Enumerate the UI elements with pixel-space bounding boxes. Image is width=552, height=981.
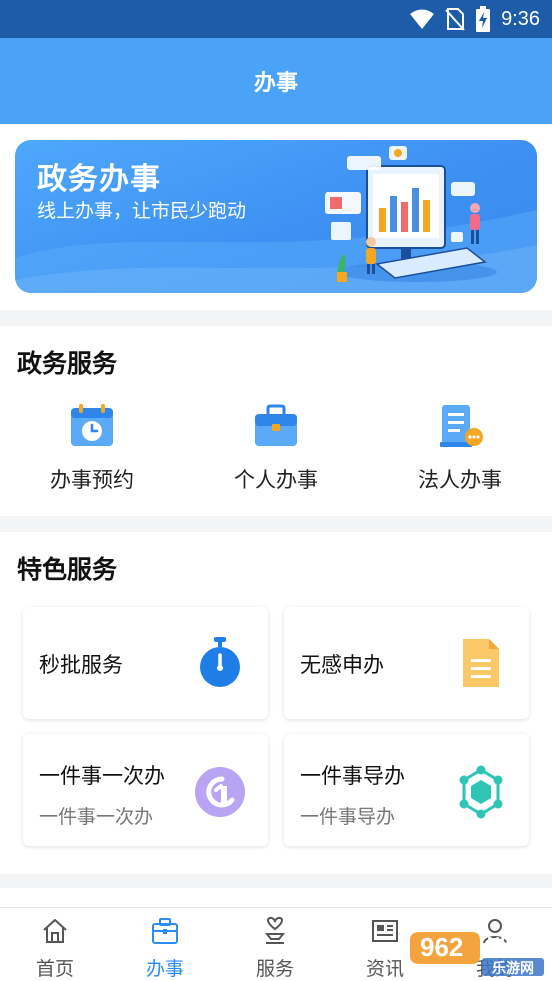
svc-card-one-time[interactable]: 一件事一次办 一件事一次办 — [23, 734, 268, 846]
status-time: 9:36 — [501, 7, 540, 30]
svc-card-title: 一件事导办 — [300, 764, 405, 788]
one-time-icon — [195, 767, 245, 817]
calendar-clock-icon — [71, 404, 113, 446]
gov-item-label: 办事预约 — [50, 468, 134, 492]
service-icon — [264, 916, 286, 944]
building-doc-icon — [440, 405, 483, 447]
banner-subtitle: 线上办事，让市民少跑动 — [37, 200, 247, 222]
svc-card-title: 秒批服务 — [39, 653, 123, 677]
watermark-site: 乐游网 — [492, 960, 534, 976]
office-illustration-icon — [325, 146, 497, 282]
svc-card-guided[interactable]: 一件事导办 一件事导办 — [284, 734, 529, 846]
svc-card-subtitle: 一件事一次办 — [39, 806, 154, 828]
stopwatch-icon — [200, 637, 240, 687]
gov-item-appointment[interactable]: 办事预约 — [0, 402, 184, 494]
app-header: 办事 — [0, 38, 552, 124]
briefcase-icon — [152, 918, 178, 944]
watermark-brand: 962 — [420, 932, 464, 962]
svc-card-title: 无感申办 — [300, 653, 384, 677]
wifi-icon — [410, 9, 435, 29]
svc-card-seamless-apply[interactable]: 无感申办 — [284, 607, 529, 719]
watermark-suffix: .NET — [482, 934, 524, 954]
gov-item-label: 个人办事 — [234, 468, 318, 492]
tab-label: 服务 — [255, 958, 294, 980]
tab-home[interactable]: 首页 — [0, 908, 110, 981]
battery-charging-icon — [476, 6, 491, 32]
no-sim-icon — [445, 8, 465, 31]
tab-label: 首页 — [35, 958, 74, 980]
content-footer-space — [0, 888, 552, 908]
newspaper-icon — [372, 920, 398, 942]
tab-service[interactable]: 服务 — [220, 908, 330, 981]
briefcase-icon — [255, 404, 297, 446]
watermark-logo: 962 .NET 乐游网 — [406, 930, 546, 978]
home-icon — [43, 919, 67, 943]
gov-services-section: 政务服务 办事预约 个人办事 法人办事 — [0, 326, 552, 516]
svc-card-title: 一件事一次办 — [39, 764, 165, 788]
svc-card-instant-approval[interactable]: 秒批服务 — [23, 607, 268, 719]
svc-card-subtitle: 一件事导办 — [300, 806, 396, 828]
banner-section: 政务办事 线上办事，让市民少跑动 — [0, 124, 552, 310]
hexagon-network-icon — [459, 765, 503, 819]
special-services-section: 特色服务 秒批服务 无感申办 一件事一次办 一件事一次办 一件事导办 一件事导办 — [0, 532, 552, 874]
section-title: 政务服务 — [17, 349, 118, 378]
page-title: 办事 — [253, 71, 298, 96]
gov-item-corporate[interactable]: 法人办事 — [368, 402, 552, 494]
section-title: 特色服务 — [17, 555, 118, 584]
tab-label: 办事 — [145, 958, 184, 980]
banner-title: 政务办事 — [37, 162, 161, 197]
banner[interactable]: 政务办事 线上办事，让市民少跑动 — [15, 140, 537, 293]
gov-item-personal[interactable]: 个人办事 — [184, 402, 368, 494]
status-icons: 9:36 — [409, 6, 540, 32]
gov-item-label: 法人办事 — [418, 468, 502, 492]
status-bar: 9:36 — [0, 0, 552, 38]
document-icon — [463, 639, 499, 687]
tab-affairs[interactable]: 办事 — [110, 908, 220, 981]
